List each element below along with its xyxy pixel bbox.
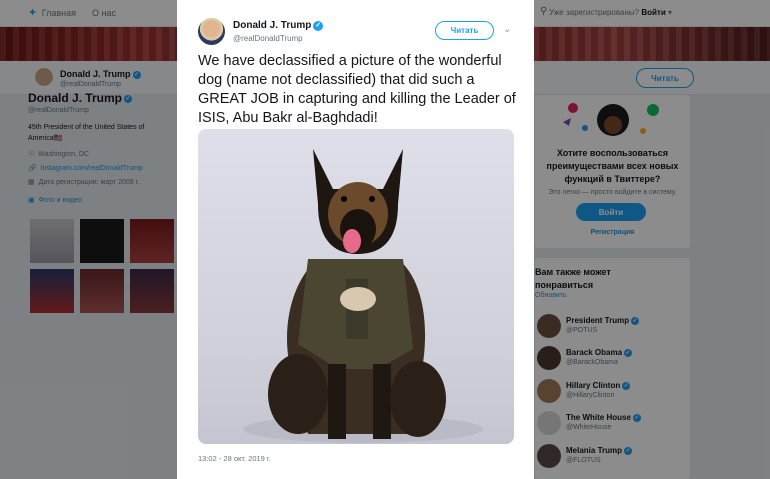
tweet-author-name[interactable]: Donald J. Trump ✓: [233, 20, 324, 31]
verified-icon: ✓: [313, 20, 324, 31]
tweet-author-handle: @realDonaldTrump: [233, 34, 303, 43]
follow-button[interactable]: Читать: [435, 21, 494, 40]
dog-photo: [243, 149, 483, 443]
avatar[interactable]: [198, 18, 225, 45]
tweet-modal: Donald J. Trump ✓ @realDonaldTrump Читать…: [177, 0, 534, 479]
tweet-text: We have declassified a picture of the wo…: [198, 53, 516, 126]
tweet-photo[interactable]: [198, 129, 514, 444]
chevron-down-icon[interactable]: ⌄: [503, 24, 511, 35]
tweet-timestamp: 13:02 - 28 окт. 2019 г.: [198, 454, 271, 463]
